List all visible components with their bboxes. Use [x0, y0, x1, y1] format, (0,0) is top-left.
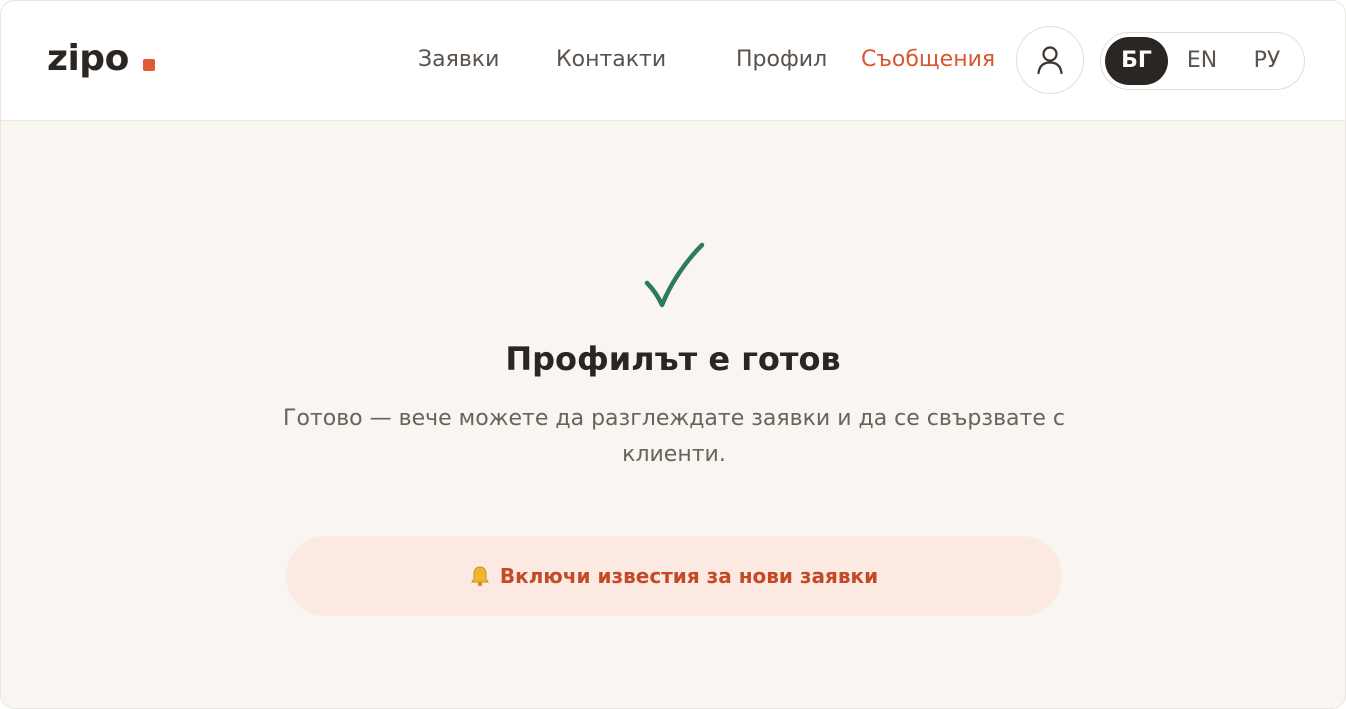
bell-icon	[470, 566, 489, 587]
lang-option-en[interactable]: EN	[1171, 37, 1233, 85]
nav-link-contacts[interactable]: Контакти	[556, 45, 666, 75]
checkmark-icon	[644, 242, 705, 308]
top-header: zipo Заявки Контакти Профил Съобщения БГ…	[1, 1, 1345, 121]
lang-option-ru[interactable]: РУ	[1236, 37, 1298, 85]
account-button[interactable]	[1016, 26, 1084, 94]
enable-notifications-button[interactable]: Включи известия за нови заявки	[286, 536, 1062, 616]
logo-dot	[142, 59, 155, 71]
nav-link-messages[interactable]: Съобщения	[861, 45, 995, 75]
nav-link-profile[interactable]: Профил	[736, 45, 827, 75]
page-title: Профилът е готов	[505, 340, 841, 378]
lang-option-bg[interactable]: БГ	[1105, 37, 1168, 85]
nav-link-requests[interactable]: Заявки	[418, 45, 499, 75]
user-icon	[1037, 46, 1063, 75]
app-window: zipo Заявки Контакти Профил Съобщения БГ…	[0, 0, 1346, 709]
language-switcher: БГ EN РУ	[1100, 32, 1305, 90]
page-description: Готово — вече можете да разглеждате заяв…	[283, 406, 1065, 467]
logo-text: zipo	[47, 38, 129, 79]
enable-notifications-label: Включи известия за нови заявки	[499, 564, 879, 588]
logo[interactable]: zipo	[47, 37, 155, 81]
